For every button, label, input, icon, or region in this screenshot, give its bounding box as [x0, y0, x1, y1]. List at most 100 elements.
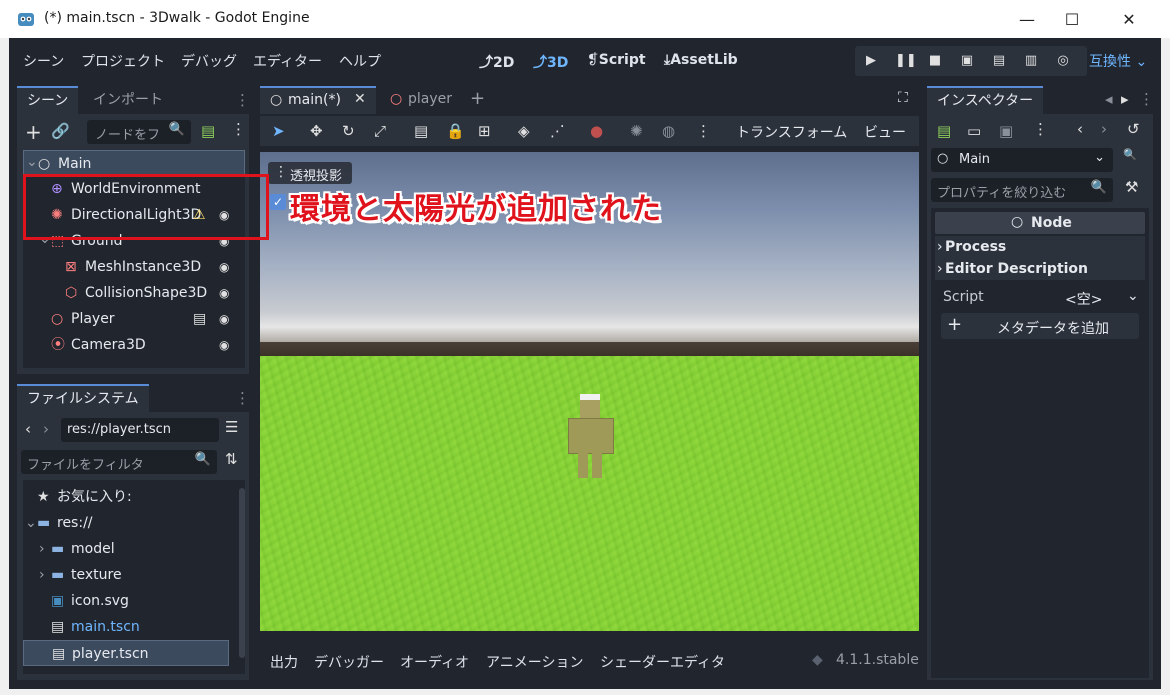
select-tool-icon[interactable]: ➤: [272, 122, 285, 140]
node-filter-input[interactable]: ノードをフ 🔍: [87, 120, 191, 144]
chevron-right-icon[interactable]: ›: [39, 562, 45, 588]
chevron-right-icon[interactable]: ›: [39, 536, 45, 562]
doc-icon[interactable]: 🔍: [1123, 148, 1137, 161]
file-tree-scrollbar[interactable]: [239, 488, 245, 658]
group-icon[interactable]: ⊞: [478, 122, 491, 140]
split-mode-icon[interactable]: ☰: [225, 418, 238, 436]
open-scene-icon[interactable]: ▤: [193, 306, 206, 332]
save-icon[interactable]: ▣: [999, 122, 1013, 140]
script-value[interactable]: <空>: [1065, 289, 1102, 309]
add-tab-icon[interactable]: +: [470, 88, 485, 109]
file-item[interactable]: ⌄ ▬ res://: [23, 510, 229, 536]
preview-sun-icon[interactable]: ✺: [630, 122, 643, 140]
stop-icon[interactable]: ■: [927, 53, 943, 69]
scene-menu-icon[interactable]: ⋮: [231, 120, 246, 138]
movie-maker-icon[interactable]: ◎: [1055, 53, 1071, 69]
file-item[interactable]: ▤ player.tscn: [23, 640, 229, 666]
scene-node-main[interactable]: ⌄ ○ Main: [23, 150, 245, 176]
workspace-script[interactable]: ❡Script: [587, 52, 646, 68]
file-filter-input[interactable]: ファイルをフィルタ 🔍: [21, 450, 217, 474]
transform-menu[interactable]: トランスフォーム: [736, 122, 847, 142]
rotate-tool-icon[interactable]: ↻: [342, 122, 355, 140]
sort-icon[interactable]: ⇅: [225, 450, 238, 468]
tab-output[interactable]: 出力: [270, 652, 298, 672]
close-tab-icon[interactable]: ✕: [354, 91, 366, 107]
section-process[interactable]: › Process: [935, 236, 1145, 258]
view-menu[interactable]: ビュー: [864, 122, 906, 142]
visibility-eye-icon[interactable]: ◉: [219, 332, 229, 358]
dock-prev-icon[interactable]: ◂: [1105, 90, 1113, 108]
toolbar-menu-icon[interactable]: ⋮: [696, 122, 711, 140]
chevron-down-icon[interactable]: ⌄: [25, 510, 37, 536]
move-tool-icon[interactable]: ✥: [310, 122, 323, 140]
tab-scene[interactable]: シーン: [17, 86, 79, 116]
remote-debug-icon[interactable]: ▣: [959, 53, 975, 69]
tab-main[interactable]: ○ main(*) ✕: [260, 86, 376, 114]
workspace-2d[interactable]: ⤴2D: [479, 52, 514, 72]
section-editor-description[interactable]: › Editor Description: [935, 258, 1145, 280]
back-icon[interactable]: ‹: [25, 420, 31, 438]
property-filter-input[interactable]: プロパティを絞り込む 🔍: [931, 178, 1113, 202]
link-icon[interactable]: 🔗: [51, 122, 70, 140]
tab-animation[interactable]: アニメーション: [486, 652, 583, 672]
play-custom-scene-icon[interactable]: ▥: [1023, 53, 1039, 69]
visibility-eye-icon[interactable]: ◉: [219, 280, 229, 306]
history-forward-icon[interactable]: ›: [1101, 120, 1107, 138]
tab-player[interactable]: ○ player: [380, 86, 468, 114]
file-item[interactable]: › ▬ model: [23, 536, 229, 562]
list-select-icon[interactable]: ▤: [414, 122, 428, 140]
scene-node-collisionshape3d[interactable]: ⬡ CollisionShape3D ◉: [23, 280, 245, 306]
history-icon[interactable]: ↺: [1127, 120, 1140, 138]
perspective-menu[interactable]: ⋮ 透視投影: [268, 162, 352, 184]
file-item[interactable]: › ▬ texture: [23, 562, 229, 588]
distraction-free-icon[interactable]: ⛶: [898, 90, 908, 106]
tab-shader-editor[interactable]: シェーダーエディタ: [600, 652, 725, 672]
menu-scene[interactable]: シーン: [23, 51, 64, 71]
add-metadata-button[interactable]: + メタデータを追加: [941, 313, 1139, 339]
workspace-3d[interactable]: ⤴3D: [533, 52, 568, 72]
scene-node-camera3d[interactable]: ⦿ Camera3D ◉: [23, 332, 245, 358]
forward-icon[interactable]: ›: [43, 420, 49, 438]
preview-camera-icon[interactable]: ●: [590, 122, 603, 140]
scale-tool-icon[interactable]: ⤢: [374, 122, 386, 140]
node-path-selector[interactable]: ○ Main ⌄: [931, 148, 1113, 172]
visibility-eye-icon[interactable]: ◉: [219, 306, 229, 332]
preview-environment-icon[interactable]: ◍: [662, 122, 675, 140]
menu-debug[interactable]: デバッグ: [181, 51, 237, 71]
scene-node-meshinstance3d[interactable]: ⊠ MeshInstance3D ◉: [23, 254, 245, 280]
local-space-icon[interactable]: ◈: [518, 122, 530, 140]
viewport-checkbox[interactable]: ✓: [270, 194, 286, 210]
renderer-selector[interactable]: 互換性 ⌄: [1089, 51, 1147, 71]
scene-node-player[interactable]: ○ Player ▤ ◉: [23, 306, 245, 332]
menu-project[interactable]: プロジェクト: [81, 51, 165, 71]
inspector-menu-icon[interactable]: ⋮: [1033, 120, 1048, 138]
path-field[interactable]: res://player.tscn: [61, 418, 219, 442]
tab-audio[interactable]: オーディオ: [400, 652, 469, 672]
dock-menu-icon[interactable]: ⋮: [235, 91, 250, 109]
dock-menu-icon[interactable]: ⋮: [1139, 90, 1154, 108]
close-button[interactable]: ✕: [1114, 6, 1144, 32]
history-back-icon[interactable]: ‹: [1077, 120, 1083, 138]
tab-debugger[interactable]: デバッガー: [314, 652, 384, 672]
play-icon[interactable]: ▶: [863, 53, 879, 69]
settings-icon[interactable]: ⚒: [1125, 178, 1138, 196]
tab-filesystem[interactable]: ファイルシステム: [17, 384, 149, 414]
dock-menu-icon[interactable]: ⋮: [235, 389, 250, 407]
tab-inspector[interactable]: インスペクター: [927, 86, 1044, 116]
file-item[interactable]: ▤ main.tscn: [23, 614, 229, 640]
menu-help[interactable]: ヘルプ: [339, 51, 381, 71]
open-folder-icon[interactable]: ▭: [967, 122, 981, 140]
workspace-assetlib[interactable]: ⤓AssetLib: [664, 52, 738, 68]
file-item[interactable]: ▣ icon.svg: [23, 588, 229, 614]
tab-import[interactable]: インポート: [83, 86, 173, 114]
add-node-icon[interactable]: +: [25, 120, 42, 144]
file-item[interactable]: ★ お気に入り:: [23, 484, 229, 510]
new-resource-icon[interactable]: ▤: [937, 122, 951, 140]
play-scene-icon[interactable]: ▤: [991, 53, 1007, 69]
attach-script-icon[interactable]: ▤: [201, 122, 215, 140]
chevron-down-icon[interactable]: ⌄: [1127, 288, 1139, 304]
maximize-button[interactable]: ☐: [1057, 6, 1087, 32]
snap-icon[interactable]: ⋰: [550, 122, 565, 140]
chevron-down-icon[interactable]: ⌄: [26, 149, 38, 175]
dock-next-icon[interactable]: ▸: [1121, 90, 1129, 108]
